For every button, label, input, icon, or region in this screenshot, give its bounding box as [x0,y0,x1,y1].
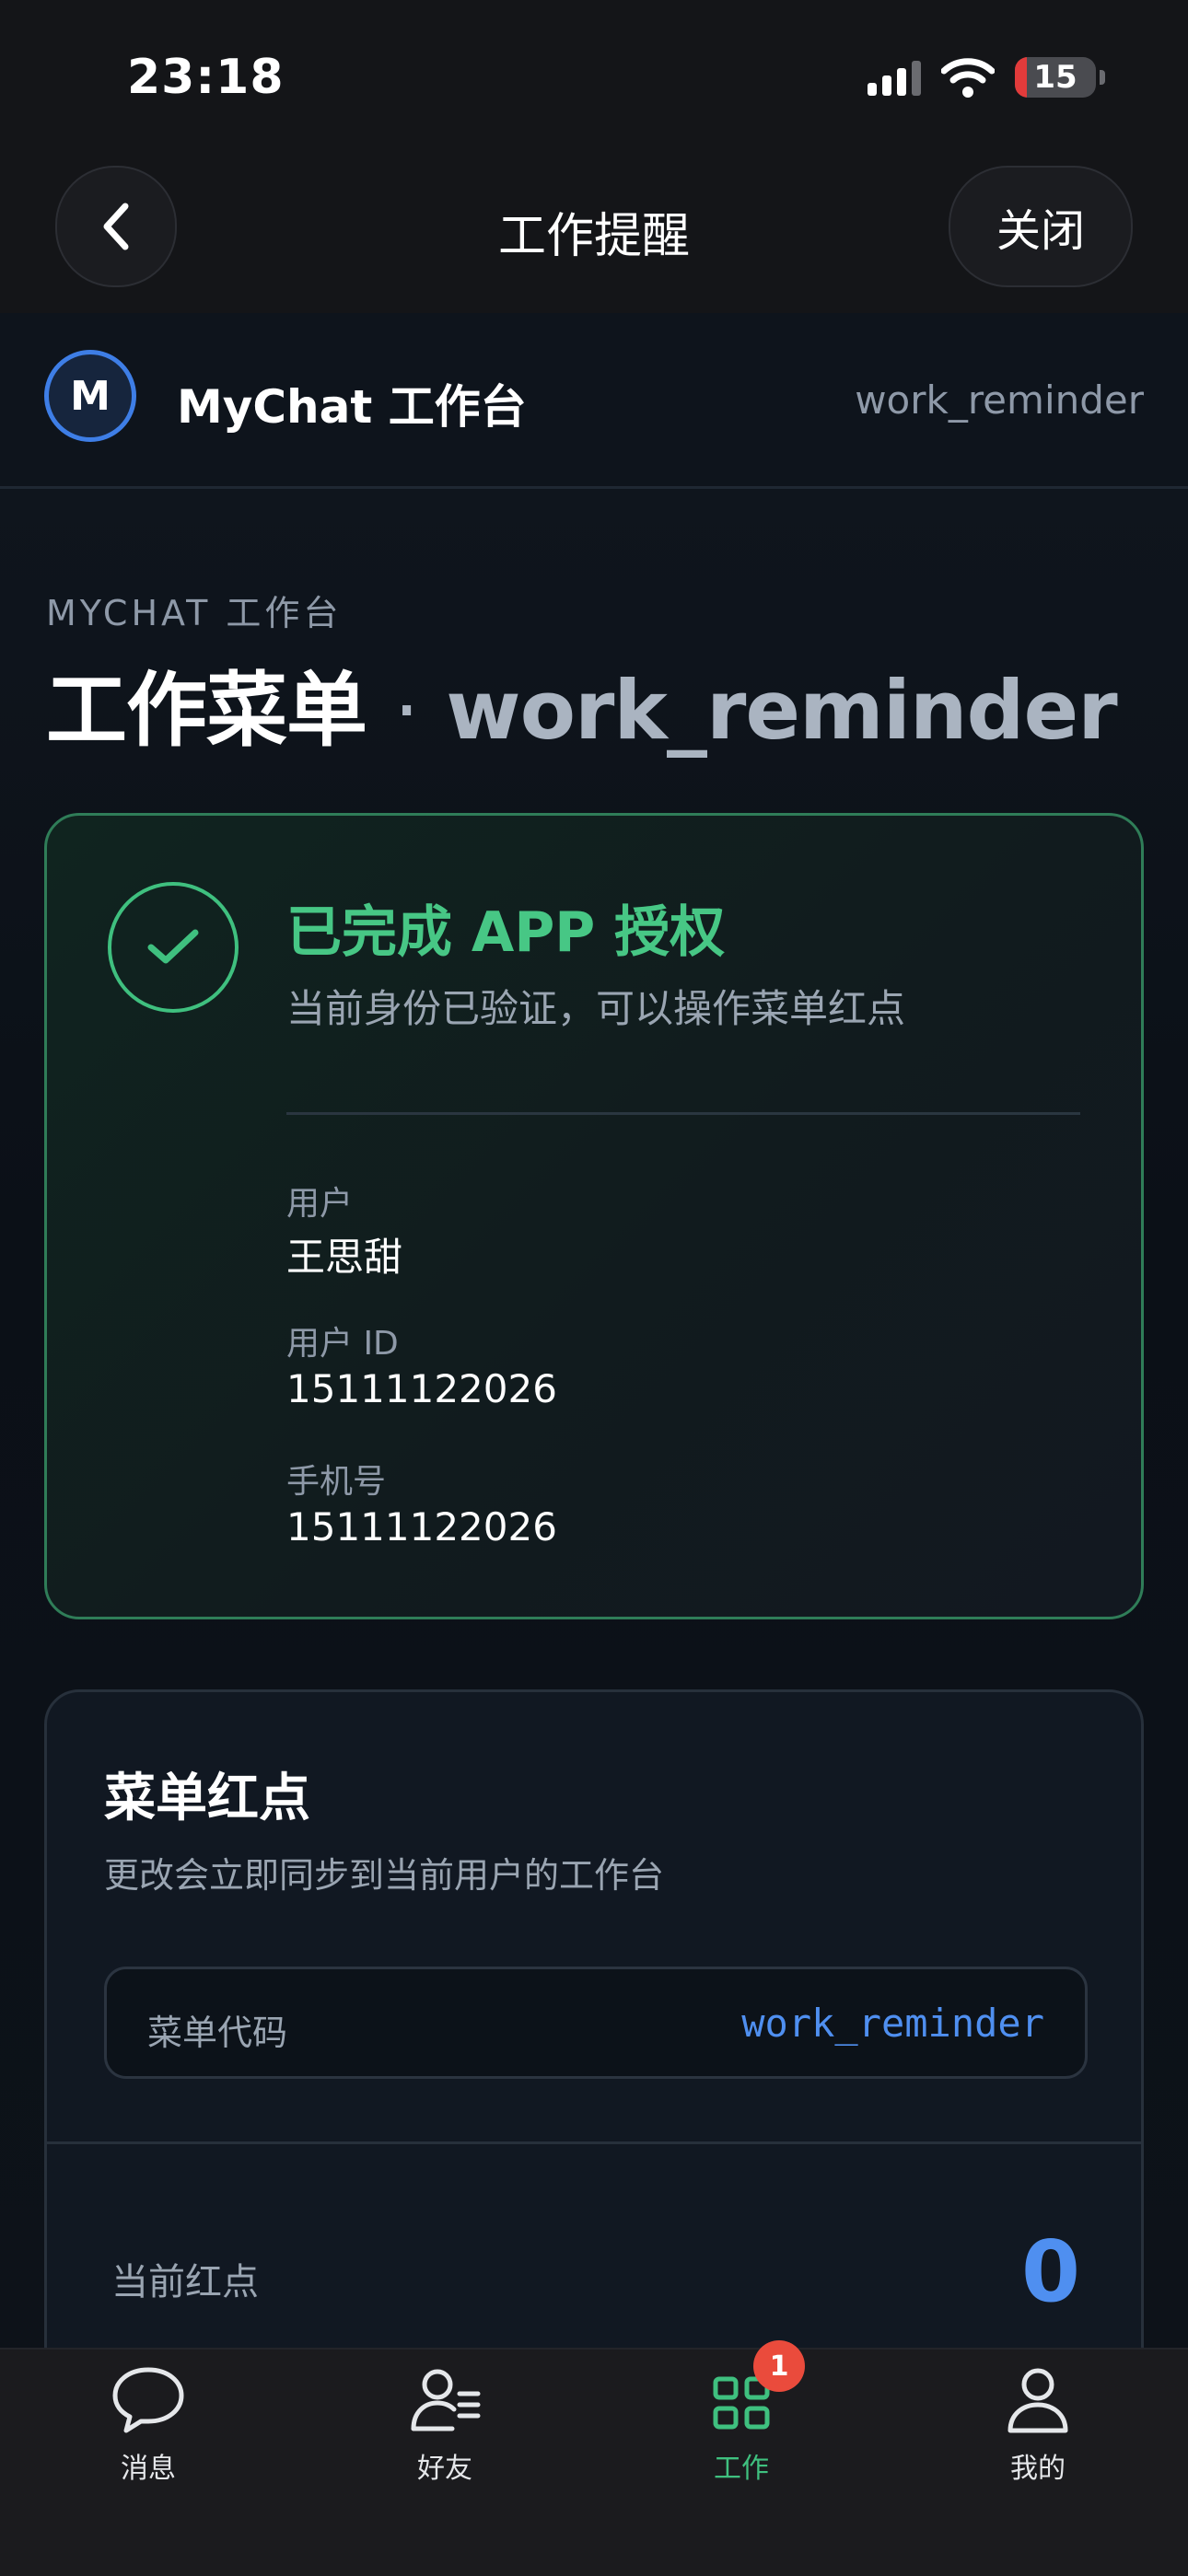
app-code: work_reminder [855,377,1144,423]
current-badge-value: 0 [1020,2222,1080,2321]
app-header: M MyChat 工作台 work_reminder [0,313,1188,489]
menu-badge-title: 菜单红点 [104,1769,310,1828]
status-icons: 15 [868,57,1105,98]
check-icon [108,882,239,1013]
tab-label: 我的 [1010,2453,1066,2485]
tab-friends[interactable]: 好友 [297,2350,593,2534]
auth-title: 已完成 APP 授权 [286,900,726,965]
tab-label: 好友 [417,2453,472,2485]
user-id-value: 15111122026 [286,1366,557,1411]
section-heading: 工作菜单 · work_reminder [46,645,1118,762]
section-eyebrow: MYCHAT 工作台 [46,593,343,633]
wifi-icon [941,58,995,98]
battery-icon: 15 [1015,57,1096,98]
main-content: MYCHAT 工作台 工作菜单 · work_reminder 已完成 APP … [0,489,1188,2518]
tab-label: 工作 [714,2453,769,2485]
user-id-label: 用户 ID [286,1325,399,1363]
status-bar: 23:18 15 [0,0,1188,157]
battery-cap [1100,70,1105,85]
tab-work[interactable]: 1 工作 [593,2340,890,2534]
status-time: 23:18 [127,50,285,105]
contacts-icon [411,2369,481,2431]
menu-code-field: 菜单代码 work_reminder [104,1967,1088,2079]
nav-bar: 工作提醒 关闭 [0,157,1188,315]
divider [47,2141,1141,2144]
avatar: M [44,350,136,442]
phone-value: 15111122026 [286,1504,557,1549]
tab-me[interactable]: 我的 [890,2350,1186,2534]
current-badge-label: 当前红点 [111,2261,259,2303]
menu-code-label: 菜单代码 [147,2013,288,2053]
close-button[interactable]: 关闭 [949,166,1133,287]
heading-separator: · [393,663,420,758]
notification-badge: 1 [753,2340,805,2392]
app-name: MyChat 工作台 [177,380,527,434]
menu-code-value: work_reminder [741,2001,1044,2046]
user-label: 用户 [286,1185,354,1223]
user-icon [1007,2368,1068,2433]
menu-badge-subtitle: 更改会立即同步到当前用户的工作台 [104,1855,665,1896]
user-value: 王思甜 [286,1235,403,1280]
heading-code: work_reminder [446,663,1117,758]
tab-label: 消息 [121,2453,176,2485]
tab-bar: 消息 好友 1 工作 我的 [0,2340,1188,2576]
phone-label: 手机号 [286,1463,387,1501]
auth-subtitle: 当前身份已验证，可以操作菜单红点 [286,986,906,1031]
heading-title: 工作菜单 [46,663,367,758]
signal-icon [868,59,921,96]
auth-card: 已完成 APP 授权 当前身份已验证，可以操作菜单红点 用户 王思甜 用户 ID… [44,813,1144,1619]
divider [286,1112,1080,1115]
tab-messages[interactable]: 消息 [0,2350,297,2534]
battery-level: 15 [1033,59,1077,96]
chat-bubble-icon [112,2367,184,2433]
